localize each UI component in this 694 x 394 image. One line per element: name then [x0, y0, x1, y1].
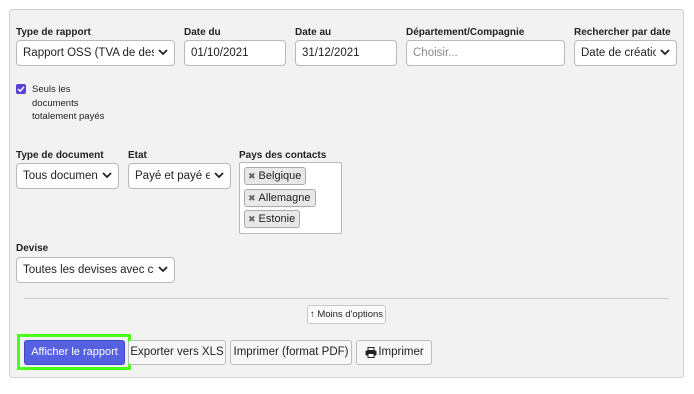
chevron-down-icon — [660, 49, 670, 56]
country-tag-label: Belgique — [258, 170, 302, 182]
paid-only-label-line: Seuls les — [32, 84, 71, 95]
date-to-input[interactable]: 31/12/2021 — [295, 40, 397, 66]
print-button[interactable]: Imprimer — [356, 340, 432, 365]
search-by-date-label: Rechercher par date — [574, 27, 671, 38]
print-pdf-button[interactable]: Imprimer (format PDF) — [230, 340, 352, 365]
country-tag-label: Estonie — [258, 213, 296, 225]
report-type-select[interactable]: Rapport OSS (TVA de destination) — [16, 40, 175, 66]
date-from-label: Date du — [184, 27, 221, 38]
report-type-value: Rapport OSS (TVA de destination) — [23, 47, 154, 59]
country-tag-label: Allemagne — [258, 192, 311, 204]
divider — [24, 298, 669, 299]
country-tag[interactable]: ✖ Estonie — [244, 210, 301, 228]
document-type-label: Type de document — [16, 150, 104, 161]
chevron-down-icon — [102, 172, 112, 179]
remove-icon[interactable]: ✖ — [248, 171, 256, 181]
state-select[interactable]: Payé et payé en partie — [128, 163, 231, 189]
document-type-select[interactable]: Tous documents — [16, 163, 119, 189]
less-options-button[interactable]: ↑ Moins d'options — [307, 305, 386, 324]
show-report-button[interactable]: Afficher le rapport — [24, 340, 125, 365]
printer-icon — [365, 347, 377, 358]
paid-only-label-line: totalement payés — [32, 111, 105, 122]
department-label: Département/Compagnie — [406, 27, 525, 38]
print-button-label: Imprimer — [378, 346, 424, 358]
search-by-date-value: Date de création — [581, 47, 656, 59]
search-by-date-select[interactable]: Date de création — [574, 40, 677, 66]
export-xls-button[interactable]: Exporter vers XLS — [128, 340, 226, 365]
remove-icon[interactable]: ✖ — [248, 214, 256, 224]
paid-only-label-line: documents — [32, 97, 79, 109]
chevron-down-icon — [214, 172, 224, 179]
report-type-label: Type de rapport — [16, 27, 91, 38]
contact-countries-multiselect[interactable]: ✖ Belgique ✖ Allemagne ✖ Estonie — [239, 162, 342, 234]
contact-countries-label: Pays des contacts — [239, 150, 327, 161]
country-tag[interactable]: ✖ Allemagne — [244, 189, 316, 207]
document-type-value: Tous documents — [23, 170, 98, 182]
department-input[interactable]: Choisir... — [406, 40, 565, 66]
state-value: Payé et payé en partie — [135, 170, 210, 182]
state-label: Etat — [128, 150, 147, 161]
chevron-down-icon — [158, 49, 168, 56]
chevron-down-icon — [158, 266, 168, 273]
date-from-input[interactable]: 01/10/2021 — [184, 40, 286, 66]
currency-select[interactable]: Toutes les devises avec conversion — [16, 257, 175, 283]
remove-icon[interactable]: ✖ — [248, 193, 256, 203]
date-to-label: Date au — [295, 27, 332, 38]
paid-only-label: Seuls les documents totalement payés — [32, 83, 104, 124]
checkmark-icon — [17, 86, 25, 93]
paid-only-checkbox[interactable] — [16, 84, 26, 94]
currency-label: Devise — [16, 243, 49, 254]
currency-value: Toutes les devises avec conversion — [23, 264, 154, 276]
country-tag[interactable]: ✖ Belgique — [244, 167, 307, 185]
